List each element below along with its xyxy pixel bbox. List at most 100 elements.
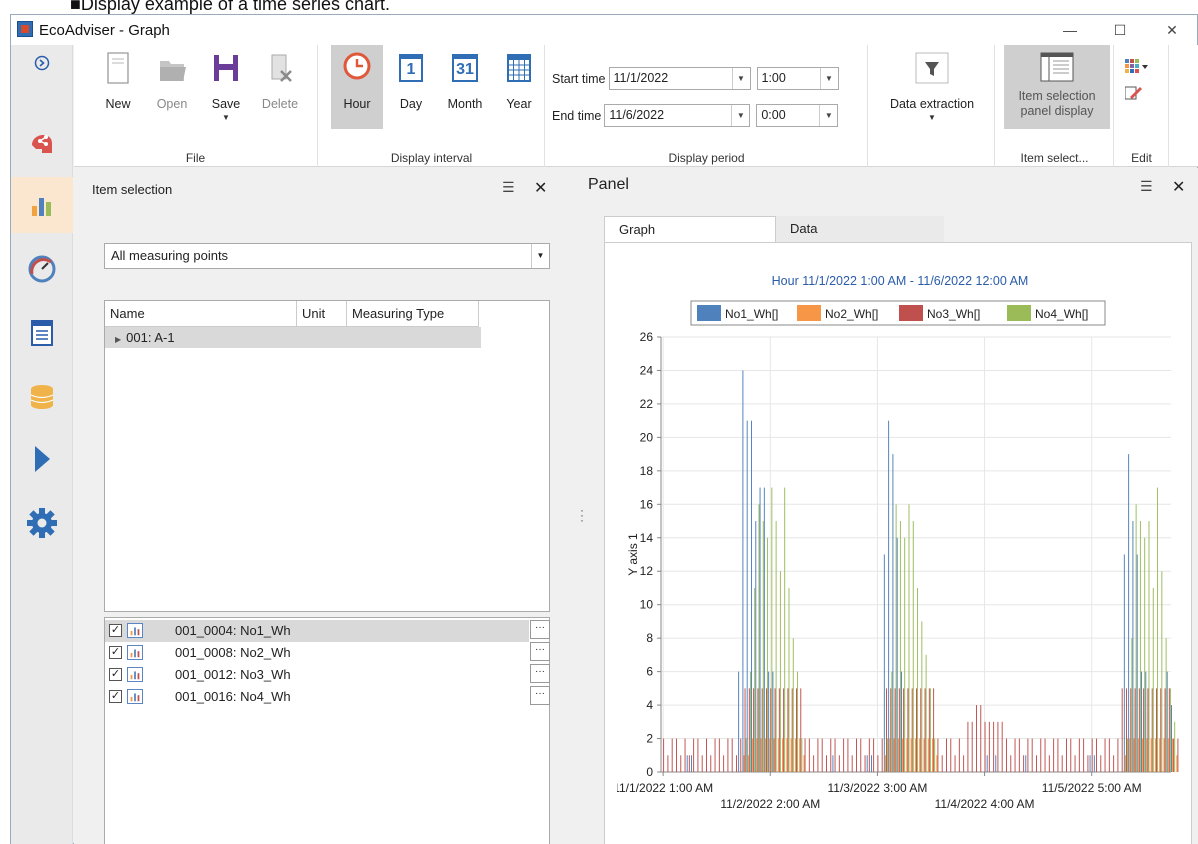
column-measuring-type[interactable]: Measuring Type — [347, 301, 479, 326]
bar-4 — [887, 738, 889, 772]
bar-2 — [1154, 738, 1156, 772]
chevron-down-icon[interactable]: ▼ — [819, 105, 837, 126]
bar-3 — [1074, 755, 1076, 772]
open-button[interactable]: Open — [146, 51, 198, 137]
sidebar-item-database[interactable] — [11, 369, 73, 425]
chevron-down-icon[interactable]: ▼ — [531, 244, 549, 268]
bar-4 — [1157, 487, 1159, 772]
month-button[interactable]: 31 Month — [439, 51, 491, 137]
data-extraction-button[interactable]: Data extraction ▼ — [879, 51, 985, 137]
sidebar-item-bar-chart[interactable] — [11, 177, 73, 233]
bar-chart-icon — [127, 667, 143, 682]
bar-1 — [691, 755, 692, 772]
bar-1 — [1132, 521, 1134, 772]
legend-swatch — [797, 305, 821, 321]
sidebar-item-gauge[interactable] — [11, 241, 73, 297]
item-options-button[interactable]: ··· — [530, 664, 550, 683]
start-hour-combo[interactable]: 1:00 ▼ — [756, 67, 839, 90]
save-button[interactable]: Save ▼ — [200, 51, 252, 137]
sidebar-expand[interactable] — [11, 47, 73, 79]
end-hour-combo[interactable]: 0:00 ▼ — [756, 104, 839, 127]
new-button[interactable]: New — [92, 51, 144, 137]
chevron-down-icon[interactable]: ▼ — [731, 105, 749, 126]
graph-panel-close-icon[interactable]: ✕ — [1172, 177, 1185, 197]
close-button[interactable]: ✕ — [1149, 15, 1195, 45]
sidebar-item-report[interactable] — [11, 305, 73, 361]
edit-properties-button[interactable] — [1124, 85, 1143, 104]
end-date-combo[interactable]: 11/6/2022 ▼ — [604, 104, 751, 127]
item-options-button[interactable]: ··· — [530, 642, 550, 661]
bar-3 — [718, 738, 720, 772]
bar-3 — [1040, 738, 1042, 772]
list-item[interactable]: ✓ 001_0012: No3_Wh — [105, 664, 529, 686]
bar-3 — [941, 755, 943, 772]
list-item[interactable]: ✓ 001_0016: No4_Wh — [105, 686, 529, 708]
bar-2 — [902, 738, 904, 772]
delete-button[interactable]: Delete — [254, 51, 306, 137]
bar-3 — [1117, 738, 1119, 772]
bar-1 — [866, 755, 868, 772]
bar-4 — [767, 537, 769, 772]
column-unit[interactable]: Unit — [297, 301, 347, 326]
chevron-down-icon[interactable]: ▼ — [819, 68, 838, 89]
tab-data[interactable]: Data — [776, 216, 944, 242]
year-button[interactable]: Year — [493, 51, 545, 137]
item-options-button[interactable]: ··· — [530, 686, 550, 705]
bar-2 — [794, 738, 796, 772]
panel-options-icon[interactable]: ☰ — [502, 179, 515, 196]
chevron-down-icon: ▼ — [222, 113, 230, 122]
bar-4 — [1148, 521, 1150, 772]
sidebar-item-graph-app[interactable] — [11, 113, 73, 169]
chart-area: Hour 11/1/2022 1:00 AM - 11/6/2022 12:00… — [604, 242, 1192, 844]
bar-3 — [1036, 755, 1037, 772]
checkbox[interactable]: ✓ — [109, 690, 122, 703]
checkbox[interactable]: ✓ — [109, 646, 122, 659]
bar-1 — [738, 671, 740, 772]
list-item[interactable]: ✓ 001_0008: No2_Wh — [105, 642, 529, 664]
bar-3 — [877, 755, 879, 772]
bar-3 — [663, 738, 665, 772]
checkbox[interactable]: ✓ — [109, 668, 122, 681]
y-tick-label: 8 — [646, 631, 653, 645]
bar-4 — [1144, 537, 1146, 772]
day-button[interactable]: 1 Day — [385, 51, 437, 137]
panel-splitter[interactable]: · · · — [580, 504, 584, 526]
sidebar-item-settings[interactable] — [11, 495, 73, 551]
expand-triangle-icon[interactable]: ▶ — [115, 335, 121, 344]
bar-1 — [742, 370, 744, 772]
bar-2 — [760, 738, 762, 772]
bar-3 — [1168, 688, 1170, 772]
bar-1 — [986, 755, 988, 772]
minimize-button[interactable]: — — [1047, 15, 1093, 45]
bar-3 — [950, 738, 952, 772]
page-caption: ■Display example of a time series chart. — [70, 0, 390, 14]
bar-3 — [1108, 738, 1110, 772]
column-name[interactable]: Name — [105, 301, 297, 326]
tab-graph[interactable]: Graph — [604, 216, 776, 242]
bar-4 — [921, 621, 923, 772]
bar-3 — [688, 755, 690, 772]
item-panel-close-icon[interactable]: ✕ — [534, 178, 547, 198]
bar-3 — [903, 688, 905, 772]
item-options-button[interactable]: ··· — [530, 620, 550, 639]
time-series-chart: Hour 11/1/2022 1:00 AM - 11/6/2022 12:00… — [613, 274, 1179, 811]
bar-1 — [871, 755, 872, 772]
maximize-button[interactable]: ☐ — [1097, 15, 1143, 45]
bar-3 — [954, 755, 956, 772]
chevron-down-icon[interactable]: ▼ — [731, 68, 750, 89]
measuring-points-combo[interactable]: All measuring points ▼ — [104, 243, 550, 269]
bar-4 — [1135, 504, 1137, 772]
checkbox[interactable]: ✓ — [109, 624, 122, 637]
panel-layout-icon — [1040, 52, 1074, 82]
bar-2 — [1150, 738, 1152, 772]
end-time-label: End time — [552, 108, 602, 123]
panel-options-icon[interactable]: ☰ — [1140, 178, 1153, 195]
color-palette-button[interactable] — [1125, 59, 1149, 76]
sidebar-item-play[interactable] — [11, 431, 73, 487]
item-selection-panel-button[interactable]: Item selection panel display — [1004, 45, 1110, 129]
tree-node[interactable]: ▶ 001: A-1 — [105, 327, 481, 348]
database-icon — [30, 385, 54, 409]
list-item[interactable]: ✓ 001_0004: No1_Wh — [105, 620, 529, 642]
hour-button[interactable]: Hour — [331, 45, 383, 129]
start-date-combo[interactable]: 11/1/2022 ▼ — [608, 67, 751, 90]
